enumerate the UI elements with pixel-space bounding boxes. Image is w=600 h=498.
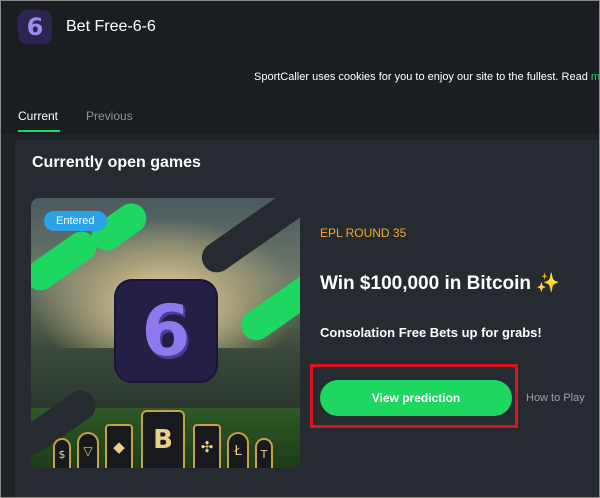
sparkle-icon: ✨ (536, 273, 560, 294)
game-headline: Win $100,000 in Bitcoin ✨ (320, 271, 560, 295)
entered-badge: Entered (44, 211, 107, 231)
view-prediction-button[interactable]: View prediction (320, 380, 512, 416)
litecoin-coin-icon: Ł (227, 432, 249, 468)
game-card-image[interactable]: Entered 6 $ ▽ ◆ B ✣ Ł T (31, 198, 300, 468)
cookie-notice: SportCaller uses cookies for you to enjo… (0, 58, 600, 98)
crypto-coin-row: $ ▽ ◆ B ✣ Ł T (47, 406, 287, 468)
tab-bar: Current Previous (0, 98, 600, 134)
game-logo-icon: 6 (116, 281, 216, 381)
section-title: Currently open games (32, 154, 201, 171)
how-to-play-link[interactable]: How to Play (526, 392, 585, 404)
app-logo-icon: 6 (18, 10, 52, 44)
top-bar: 6 Bet Free-6-6 (0, 0, 600, 58)
ripple-coin-icon: ✣ (193, 424, 221, 468)
cookie-text: SportCaller uses cookies for you to enjo… (254, 71, 591, 83)
ethereum-coin-icon: ◆ (105, 424, 133, 468)
app-title: Bet Free-6-6 (66, 18, 156, 35)
tab-previous[interactable]: Previous (86, 109, 133, 123)
dollar-coin-icon: $ (53, 438, 71, 468)
round-label: EPL ROUND 35 (320, 226, 407, 240)
tether-coin-icon: T (255, 438, 273, 468)
cookie-more-link[interactable]: more (591, 71, 600, 83)
headline-text: Win $100,000 in Bitcoin (320, 273, 532, 294)
active-tab-indicator (18, 130, 60, 132)
game-subline: Consolation Free Bets up for grabs! (320, 325, 542, 340)
bitcoin-coin-icon: B (141, 410, 185, 468)
tab-current[interactable]: Current (18, 109, 58, 123)
tron-coin-icon: ▽ (77, 432, 99, 468)
